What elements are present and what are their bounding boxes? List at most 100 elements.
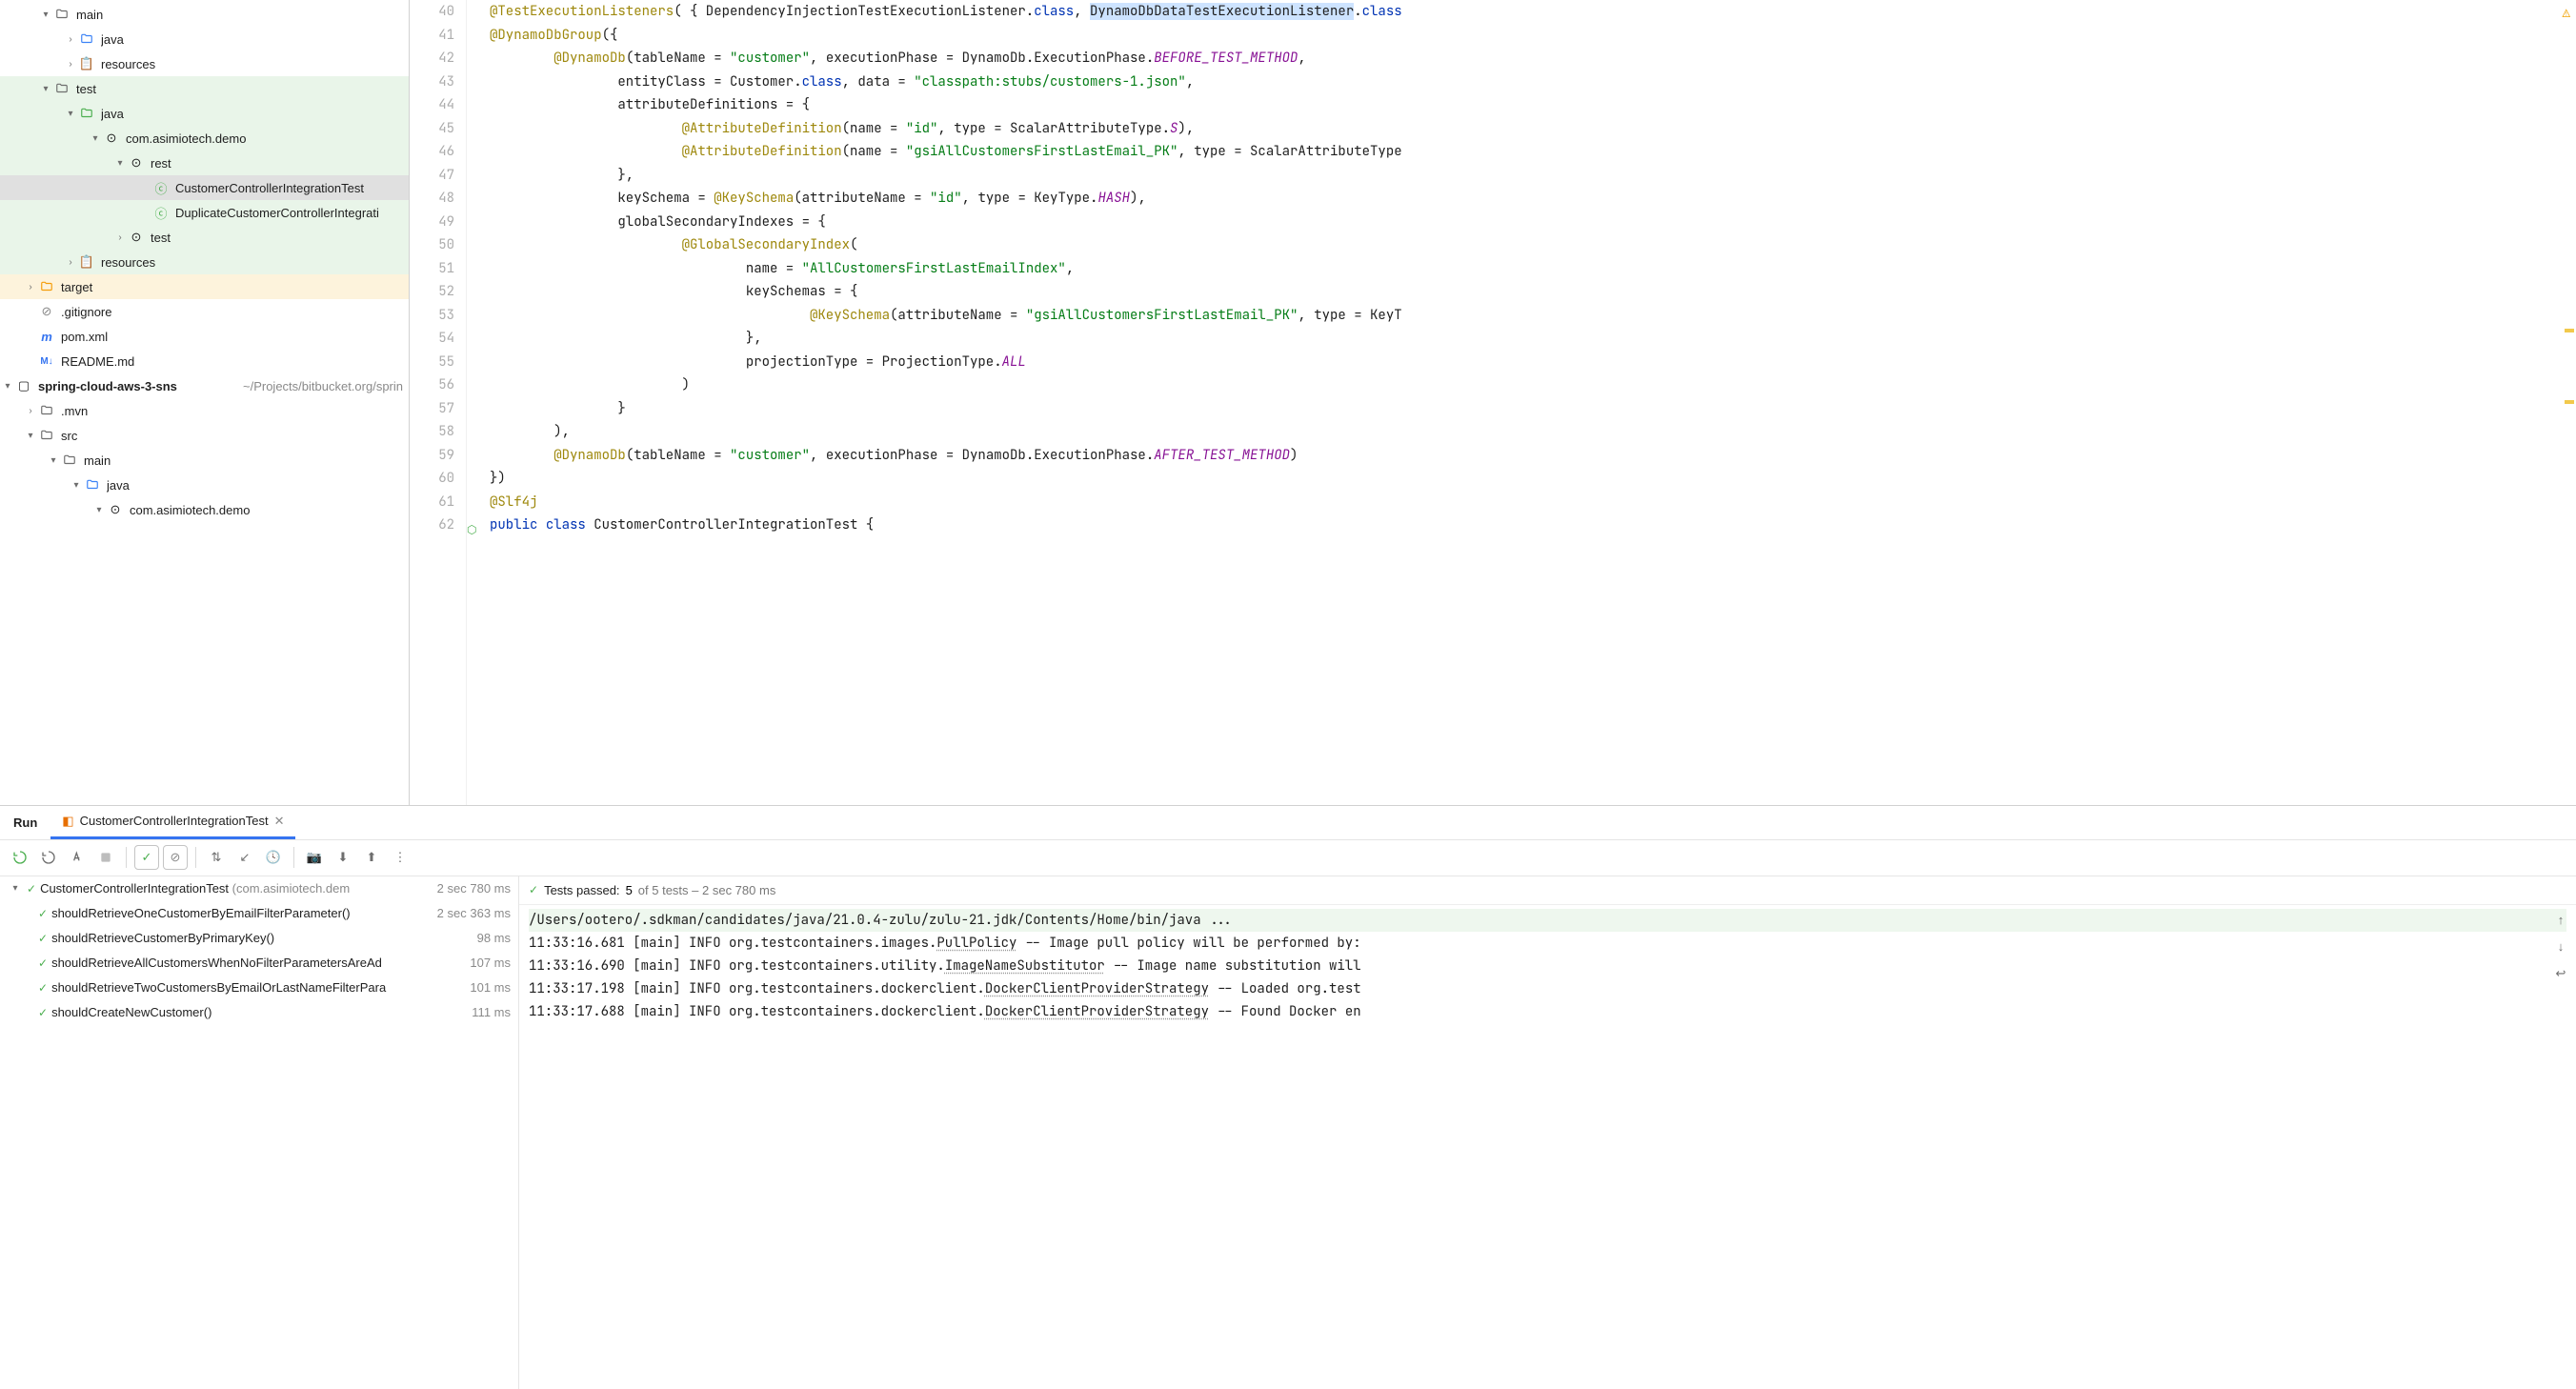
test-result-row[interactable]: ✓shouldCreateNewCustomer()111 ms xyxy=(0,1000,518,1025)
soft-wrap-button[interactable]: ↩ xyxy=(2549,962,2572,985)
history-button[interactable]: 🕓 xyxy=(261,845,286,870)
code-line[interactable]: @AttributeDefinition(name = "id", type =… xyxy=(490,117,2576,141)
tree-label: resources xyxy=(101,255,403,270)
tree-folder-test[interactable]: ▾ test xyxy=(0,76,409,101)
code-line[interactable]: keySchema = @KeySchema(attributeName = "… xyxy=(490,187,2576,211)
tree-folder-main2[interactable]: ▾ main xyxy=(0,448,409,473)
test-root-row[interactable]: ▾ ✓ CustomerControllerIntegrationTest (c… xyxy=(0,876,518,901)
tree-folder-resources[interactable]: › 📋 resources xyxy=(0,51,409,76)
tree-label: resources xyxy=(101,57,403,71)
code-line[interactable]: name = "AllCustomersFirstLastEmailIndex"… xyxy=(490,257,2576,281)
code-line[interactable]: keySchemas = { xyxy=(490,280,2576,304)
tree-file-pom[interactable]: m pom.xml xyxy=(0,324,409,349)
code-line[interactable]: public class CustomerControllerIntegrati… xyxy=(490,513,2576,537)
nav-up-button[interactable]: ↑ xyxy=(2549,909,2572,932)
tree-file-test1[interactable]: ⓒ CustomerControllerIntegrationTest xyxy=(0,175,409,200)
tree-file-readme[interactable]: M↓ README.md xyxy=(0,349,409,373)
chevron-down-icon: ▾ xyxy=(0,381,15,392)
tree-folder-test-resources[interactable]: › 📋 resources xyxy=(0,250,409,274)
code-line[interactable]: @AttributeDefinition(name = "gsiAllCusto… xyxy=(490,140,2576,164)
code-line[interactable]: } xyxy=(490,397,2576,421)
code-line[interactable]: @KeySchema(attributeName = "gsiAllCustom… xyxy=(490,304,2576,328)
rerun-button[interactable] xyxy=(8,845,32,870)
chevron-right-icon: › xyxy=(63,59,78,70)
code-line[interactable]: @GlobalSecondaryIndex( xyxy=(490,233,2576,257)
tree-folder-main[interactable]: ▾ main xyxy=(0,2,409,27)
toggle-auto-test-button[interactable] xyxy=(65,845,90,870)
show-ignored-toggle[interactable]: ⊘ xyxy=(163,845,188,870)
markdown-icon: M↓ xyxy=(38,352,55,370)
tree-project[interactable]: ▾ ▢ spring-cloud-aws-3-sns ~/Projects/bi… xyxy=(0,373,409,398)
tree-file-gitignore[interactable]: ⊘ .gitignore xyxy=(0,299,409,324)
pass-icon: ✓ xyxy=(529,883,538,896)
tree-folder-src[interactable]: ▾ src xyxy=(0,423,409,448)
line-warning-marker[interactable] xyxy=(2565,400,2574,404)
rerun-failed-button[interactable] xyxy=(36,845,61,870)
tree-package-test[interactable]: › ⊙ test xyxy=(0,225,409,250)
code-line[interactable]: @DynamoDb(tableName = "customer", execut… xyxy=(490,47,2576,70)
tree-file-test2[interactable]: ⓒ DuplicateCustomerControllerIntegrati xyxy=(0,200,409,225)
test-name: shouldCreateNewCustomer() xyxy=(51,1005,460,1019)
code-line[interactable]: attributeDefinitions = { xyxy=(490,93,2576,117)
test-name: shouldRetrieveAllCustomersWhenNoFilterPa… xyxy=(51,956,458,970)
tree-package2[interactable]: ▾ ⊙ com.asimiotech.demo xyxy=(0,497,409,522)
pass-icon: ✓ xyxy=(38,1006,48,1019)
test-result-row[interactable]: ✓shouldRetrieveAllCustomersWhenNoFilterP… xyxy=(0,951,518,976)
test-results-tree[interactable]: ▾ ✓ CustomerControllerIntegrationTest (c… xyxy=(0,876,519,1389)
tree-label: rest xyxy=(151,156,403,171)
code-line[interactable]: @DynamoDb(tableName = "customer", execut… xyxy=(490,444,2576,468)
code-line[interactable]: entityClass = Customer.class, data = "cl… xyxy=(490,70,2576,94)
test-result-row[interactable]: ✓shouldRetrieveTwoCustomersByEmailOrLast… xyxy=(0,976,518,1000)
code-line[interactable]: globalSecondaryIndexes = { xyxy=(490,211,2576,234)
separator xyxy=(195,847,196,868)
folder-icon xyxy=(38,402,55,419)
export-button[interactable]: ⬆ xyxy=(359,845,384,870)
chevron-down-icon: ▾ xyxy=(46,455,61,466)
test-result-row[interactable]: ✓shouldRetrieveOneCustomerByEmailFilterP… xyxy=(0,901,518,926)
close-icon[interactable]: ✕ xyxy=(274,814,285,829)
code-line[interactable]: @DynamoDbGroup({ xyxy=(490,24,2576,48)
summary-passed-count: 5 xyxy=(626,883,633,897)
tree-label: test xyxy=(151,231,403,245)
tree-folder-java[interactable]: › java xyxy=(0,27,409,51)
more-button[interactable]: ⋮ xyxy=(388,845,413,870)
show-passed-toggle[interactable]: ✓ xyxy=(134,845,159,870)
code-line[interactable]: @TestExecutionListeners( { DependencyInj… xyxy=(490,0,2576,24)
tree-folder-test-java[interactable]: ▾ java xyxy=(0,101,409,126)
code-line[interactable]: projectionType = ProjectionType.ALL xyxy=(490,351,2576,374)
test-result-row[interactable]: ✓shouldRetrieveCustomerByPrimaryKey()98 … xyxy=(0,926,518,951)
tree-folder-target[interactable]: › target xyxy=(0,274,409,299)
folder-icon xyxy=(61,452,78,469)
expand-button[interactable]: ↙ xyxy=(232,845,257,870)
screenshot-button[interactable]: 📷 xyxy=(302,845,327,870)
console-output[interactable]: /Users/ootero/.sdkman/candidates/java/21… xyxy=(519,905,2576,1389)
tree-folder-java2[interactable]: ▾ java xyxy=(0,473,409,497)
tree-package[interactable]: ▾ ⊙ com.asimiotech.demo xyxy=(0,126,409,151)
pass-icon: ✓ xyxy=(38,932,48,945)
project-tree[interactable]: ▾ main › java › 📋 resources ▾ test ▾ xyxy=(0,0,410,805)
run-tab[interactable]: ◧ CustomerControllerIntegrationTest ✕ xyxy=(50,806,295,839)
line-warning-marker[interactable] xyxy=(2565,329,2574,332)
editor-code[interactable]: @TestExecutionListeners( { DependencyInj… xyxy=(467,0,2576,805)
code-line[interactable]: ) xyxy=(490,373,2576,397)
folder-icon xyxy=(78,105,95,122)
chevron-down-icon: ▾ xyxy=(88,133,103,144)
sort-button[interactable]: ⇅ xyxy=(204,845,229,870)
tree-package-rest[interactable]: ▾ ⊙ rest xyxy=(0,151,409,175)
implements-gutter-icon[interactable]: ⬡ xyxy=(467,518,476,542)
code-line[interactable]: ), xyxy=(490,420,2576,444)
stop-button[interactable] xyxy=(93,845,118,870)
code-line[interactable]: @Slf4j xyxy=(490,491,2576,514)
separator xyxy=(293,847,294,868)
code-line[interactable]: }, xyxy=(490,164,2576,188)
code-line[interactable]: }) xyxy=(490,467,2576,491)
code-editor[interactable]: 4041424344454647484950515253545556575859… xyxy=(410,0,2576,805)
resources-icon: 📋 xyxy=(78,253,95,271)
tree-folder-mvn[interactable]: › .mvn xyxy=(0,398,409,423)
import-button[interactable]: ⬇ xyxy=(331,845,355,870)
nav-down-button[interactable]: ↓ xyxy=(2549,936,2572,958)
folder-icon xyxy=(78,30,95,48)
code-line[interactable]: }, xyxy=(490,327,2576,351)
warning-icon[interactable]: ⚠ xyxy=(2563,2,2570,26)
console-line: 11:33:16.681 [main] INFO org.testcontain… xyxy=(529,932,2566,955)
